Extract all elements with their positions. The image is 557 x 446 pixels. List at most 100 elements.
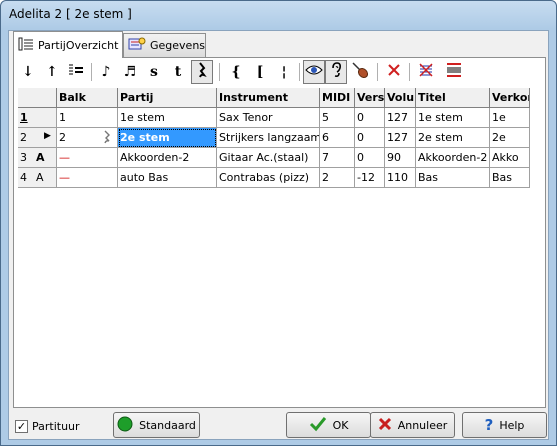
verkort-cell[interactable]: 1e — [490, 108, 530, 128]
volume-cell[interactable]: 90 — [385, 148, 416, 168]
dialog-client: PartijOverzicht Gegevens ↓ ↑ ♪ ♬ s t {[… — [8, 30, 549, 440]
volume-cell[interactable]: 110 — [385, 168, 416, 188]
t-button[interactable]: t — [167, 60, 189, 84]
move-up-button[interactable]: ↑ — [41, 60, 63, 84]
tab-label: PartijOverzicht — [38, 38, 119, 52]
listen-button[interactable] — [325, 60, 347, 84]
table-header: Balk Partij Instrument MIDI Vers Volur T… — [18, 88, 536, 108]
arrow-up-icon: ↑ — [46, 64, 58, 80]
partituur-label: Partituur — [32, 420, 80, 433]
staff-lines-button[interactable] — [65, 60, 87, 84]
rest-button[interactable] — [191, 60, 213, 84]
row-number-value: 2 — [20, 131, 27, 144]
partij-cell[interactable]: Akkoorden-2 — [118, 148, 217, 168]
eighth-note-button[interactable]: ♪ — [95, 60, 117, 84]
arrow-down-icon: ↓ — [22, 64, 34, 80]
annuleer-button[interactable]: Annuleer — [370, 412, 455, 438]
help-button[interactable]: ? Help — [462, 412, 547, 438]
partij-cell[interactable]: auto Bas — [118, 168, 217, 188]
help-label: Help — [499, 418, 525, 432]
row-number: 3 A — [18, 148, 57, 168]
partituur-checkbox[interactable]: ✓ Partituur — [15, 420, 80, 433]
close-icon — [387, 63, 401, 81]
instrument-cell[interactable]: Sax Tenor — [217, 108, 320, 128]
rest-icon — [103, 130, 111, 147]
row-number: 4 A — [18, 168, 57, 188]
balk-cell[interactable]: — — [57, 168, 118, 188]
table-row[interactable]: 4 A — auto Bas Contrabas (pizz) 2 -12 11… — [18, 168, 536, 188]
column-header-corner — [18, 88, 57, 108]
titel-cell[interactable]: 1e stem — [416, 108, 490, 128]
checkbox-box[interactable]: ✓ — [15, 420, 28, 433]
toolbar: ↓ ↑ ♪ ♬ s t { [¦ — [15, 60, 545, 84]
violin-icon — [351, 61, 369, 83]
cancel-x-icon — [378, 417, 392, 434]
column-header-volume[interactable]: Volur — [385, 88, 416, 108]
data-icon — [128, 37, 146, 54]
delete-button[interactable] — [383, 60, 405, 84]
volume-cell[interactable]: 127 — [385, 128, 416, 148]
column-header-titel[interactable]: Titel — [416, 88, 490, 108]
ok-button[interactable]: OK — [286, 412, 371, 438]
balk-cell[interactable]: — — [57, 148, 118, 168]
bracket-button[interactable]: [ — [249, 60, 271, 84]
midi-cell[interactable]: 7 — [320, 148, 355, 168]
volume-cell[interactable]: 127 — [385, 108, 416, 128]
table-row[interactable]: 2 ▶ 2 2e stem Strijkers langzaam 6 0 127… — [18, 128, 536, 148]
row-number-value: 4 — [20, 171, 27, 184]
instrument-cell[interactable]: Contrabas (pizz) — [217, 168, 320, 188]
tab-partijoverzicht[interactable]: PartijOverzicht — [13, 31, 123, 58]
standaard-button[interactable]: Standaard — [113, 412, 200, 438]
midi-cell[interactable]: 5 — [320, 108, 355, 128]
column-header-balk[interactable]: Balk — [57, 88, 118, 108]
table-row[interactable]: 3 A — Akkoorden-2 Gitaar Ac.(staal) 7 0 … — [18, 148, 536, 168]
brace-button[interactable]: { — [225, 60, 247, 84]
column-header-verkort[interactable]: Verkor — [490, 88, 530, 108]
staff-spacing-button[interactable] — [443, 60, 465, 84]
vers-cell[interactable]: 0 — [355, 128, 385, 148]
verkort-cell[interactable]: Akko — [490, 148, 530, 168]
move-down-button[interactable]: ↓ — [17, 60, 39, 84]
question-mark-icon: ? — [484, 416, 494, 434]
standaard-label: Standaard — [139, 418, 196, 432]
balk-cell[interactable]: 1 — [57, 108, 118, 128]
tab-label: Gegevens — [150, 39, 206, 52]
column-header-partij[interactable]: Partij — [118, 88, 217, 108]
vers-cell[interactable]: 0 — [355, 108, 385, 128]
ear-icon — [330, 62, 342, 82]
instrument-cell[interactable]: Strijkers langzaam — [217, 128, 320, 148]
titel-cell[interactable]: Akkoorden-2 — [416, 148, 490, 168]
partij-cell-selected[interactable]: 2e stem — [118, 128, 217, 148]
strike-staff-icon — [418, 62, 434, 82]
barline-button[interactable]: ¦ — [273, 60, 295, 84]
eye-icon — [305, 64, 323, 80]
list-icon — [18, 37, 34, 54]
remove-staff-button[interactable] — [415, 60, 437, 84]
s-button[interactable]: s — [143, 60, 165, 84]
column-header-vers[interactable]: Vers — [355, 88, 385, 108]
sixteenth-note-button[interactable]: ♬ — [119, 60, 141, 84]
partij-cell[interactable]: 1e stem — [118, 108, 217, 128]
auto-indicator: A — [36, 171, 44, 184]
instrument-button[interactable] — [349, 60, 371, 84]
tab-gegevens[interactable]: Gegevens — [123, 33, 206, 57]
balk-cell[interactable]: 2 — [57, 128, 118, 148]
rest-icon — [197, 62, 207, 82]
visible-button[interactable] — [303, 60, 325, 84]
staff-lines-icon — [68, 63, 84, 81]
toolbar-separator — [377, 63, 378, 81]
verkort-cell[interactable]: Bas — [490, 168, 530, 188]
titel-cell[interactable]: 2e stem — [416, 128, 490, 148]
midi-cell[interactable]: 6 — [320, 128, 355, 148]
column-header-midi[interactable]: MIDI — [320, 88, 355, 108]
table-row[interactable]: 1 1 1e stem Sax Tenor 5 0 127 1e stem 1e — [18, 108, 536, 128]
partijoverzicht-panel: ↓ ↑ ♪ ♬ s t { [¦ Balk Partij Instrument… — [13, 57, 546, 408]
vers-cell[interactable]: 0 — [355, 148, 385, 168]
midi-cell[interactable]: 2 — [320, 168, 355, 188]
vers-cell[interactable]: -12 — [355, 168, 385, 188]
instrument-cell[interactable]: Gitaar Ac.(staal) — [217, 148, 320, 168]
bracket-icon: [ — [256, 64, 264, 80]
titel-cell[interactable]: Bas — [416, 168, 490, 188]
verkort-cell[interactable]: 2e — [490, 128, 530, 148]
column-header-instrument[interactable]: Instrument — [217, 88, 320, 108]
